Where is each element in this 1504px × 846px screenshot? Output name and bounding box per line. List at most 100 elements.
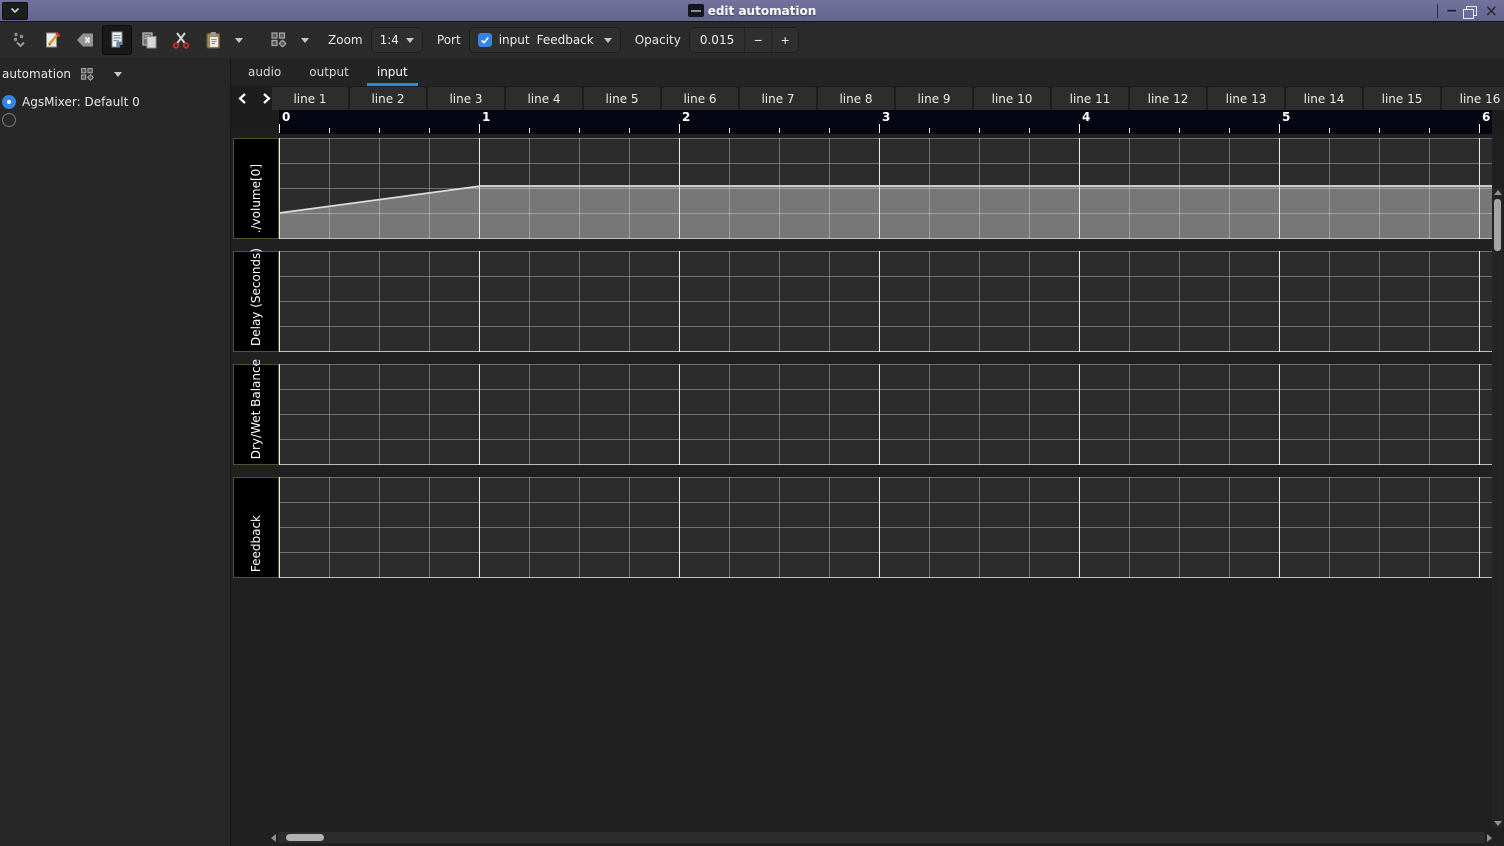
machine-selector-dropdown[interactable]	[296, 25, 314, 55]
radio-button[interactable]	[2, 95, 16, 109]
line-tab-line-1[interactable]: line 1	[272, 87, 348, 110]
chevron-right-icon[interactable]	[261, 92, 272, 105]
scroll-down-icon[interactable]	[1494, 821, 1502, 826]
maximize-button[interactable]	[1466, 6, 1477, 16]
main-area: automation AgsMixer: Default 0 audio out…	[0, 58, 1504, 846]
copy-icon	[139, 30, 159, 50]
opacity-decrement-button[interactable]: −	[744, 28, 771, 52]
window-controls: − ×	[1437, 3, 1504, 19]
line-tab-line-9[interactable]: line 9	[896, 87, 972, 110]
clear-tool-button[interactable]	[70, 25, 100, 55]
select-icon	[107, 30, 127, 50]
line-tab-line-13[interactable]: line 13	[1208, 87, 1284, 110]
machine-list: AgsMixer: Default 0	[2, 94, 230, 127]
tab-output[interactable]: output	[299, 58, 359, 86]
ruler-tick	[1329, 128, 1330, 133]
line-tab-line-2[interactable]: line 2	[350, 87, 426, 110]
lane-label: Delay (Seconds)	[233, 251, 279, 352]
line-tab-line-4[interactable]: line 4	[506, 87, 582, 110]
pencil-icon	[43, 30, 63, 50]
backspace-icon	[75, 30, 95, 50]
window-menu-button[interactable]	[2, 2, 28, 20]
port-combobox[interactable]: input Feedback	[469, 27, 621, 53]
line-tab-line-8[interactable]: line 8	[818, 87, 894, 110]
lane-grid-dry-wet-balance[interactable]	[279, 364, 1492, 465]
scope-row: automation	[2, 63, 230, 85]
scroll-left-icon[interactable]	[271, 834, 276, 842]
ruler-tick	[329, 128, 330, 133]
opacity-label: Opacity	[635, 33, 681, 47]
port-name-label: Feedback	[537, 33, 597, 47]
line-tab-line-14[interactable]: line 14	[1286, 87, 1362, 110]
line-tab-line-7[interactable]: line 7	[740, 87, 816, 110]
machine-radio-row[interactable]	[2, 112, 230, 127]
lanes: ./volume[0]Delay (Seconds)Dry/Wet Balanc…	[231, 138, 1504, 590]
opacity-value[interactable]: 0.015	[690, 33, 744, 47]
line-tab-line-10[interactable]: line 10	[974, 87, 1050, 110]
zoom-label: Zoom	[328, 33, 363, 47]
lane-grid-delay-seconds-[interactable]	[279, 251, 1492, 352]
edit-tool-button[interactable]	[38, 25, 68, 55]
line-tab-line-3[interactable]: line 3	[428, 87, 504, 110]
hscroll-track[interactable]	[278, 832, 1485, 843]
port-checkbox[interactable]	[478, 33, 492, 47]
chevron-down-icon	[301, 38, 309, 43]
hscroll-thumb[interactable]	[286, 834, 324, 841]
title-group: edit automation	[0, 0, 1504, 21]
horizontal-scrollbar[interactable]	[271, 831, 1492, 844]
line-tab-line-15[interactable]: line 15	[1364, 87, 1440, 110]
line-tab-line-12[interactable]: line 12	[1130, 87, 1206, 110]
ruler-tick	[1179, 128, 1180, 133]
scope-label: automation	[2, 67, 71, 81]
toolbar: Zoom 1:4 Port input Feedback Opacity 0.0…	[0, 22, 1504, 58]
ruler-label: 6	[1482, 111, 1490, 123]
select-tool-button[interactable]	[102, 25, 132, 55]
tab-audio[interactable]: audio	[238, 58, 291, 86]
vscroll-thumb[interactable]	[1494, 199, 1501, 251]
vertical-scrollbar[interactable]	[1492, 188, 1503, 828]
scroll-right-icon[interactable]	[1487, 834, 1492, 842]
paste-tool-button[interactable]	[198, 25, 228, 55]
chevron-down-icon	[235, 38, 243, 43]
titlebar: edit automation − ×	[0, 0, 1504, 22]
ruler-tick	[679, 124, 680, 133]
radio-button[interactable]	[2, 113, 16, 127]
chevron-left-icon[interactable]	[237, 92, 248, 105]
titlebar-separator	[1437, 4, 1438, 18]
machine-dropdown[interactable]	[114, 72, 122, 77]
lane-grid--volume-0-[interactable]	[279, 138, 1492, 239]
ruler-label: 3	[882, 111, 890, 123]
minimize-button[interactable]: −	[1446, 4, 1458, 18]
ruler-tick	[1279, 124, 1280, 133]
ruler-label: 4	[1082, 111, 1090, 123]
zoom-combobox[interactable]: 1:4	[371, 27, 423, 53]
automation-editor: audio output input line 1line 2line 3lin…	[230, 58, 1504, 846]
position-tool-button[interactable]	[6, 25, 36, 55]
ruler-tick	[579, 128, 580, 133]
close-button[interactable]: ×	[1485, 3, 1498, 19]
zoom-value: 1:4	[380, 33, 399, 47]
ruler[interactable]: 0123456	[279, 110, 1492, 134]
line-tab-line-5[interactable]: line 5	[584, 87, 660, 110]
ruler-tick	[1029, 128, 1030, 133]
ruler-tick	[1379, 128, 1380, 133]
machine-selector-tool-button[interactable]	[264, 25, 294, 55]
position-icon	[11, 30, 31, 50]
cut-tool-button[interactable]	[166, 25, 196, 55]
machine-radio-row[interactable]: AgsMixer: Default 0	[2, 94, 230, 109]
line-tab-line-11[interactable]: line 11	[1052, 87, 1128, 110]
line-tab-line-16[interactable]: line 16	[1442, 87, 1504, 110]
machine-selector-icon	[269, 30, 289, 50]
scroll-up-icon[interactable]	[1494, 190, 1502, 195]
ruler-tick	[1429, 128, 1430, 133]
line-tab-line-6[interactable]: line 6	[662, 87, 738, 110]
paste-options-dropdown[interactable]	[230, 25, 248, 55]
clipboard-icon	[203, 30, 223, 50]
tab-input[interactable]: input	[367, 58, 418, 86]
copy-tool-button[interactable]	[134, 25, 164, 55]
opacity-increment-button[interactable]: +	[771, 28, 798, 52]
lane-grid-feedback[interactable]	[279, 477, 1492, 578]
check-icon	[480, 35, 490, 45]
ruler-label: 1	[482, 111, 490, 123]
ruler-tick	[1479, 124, 1480, 133]
